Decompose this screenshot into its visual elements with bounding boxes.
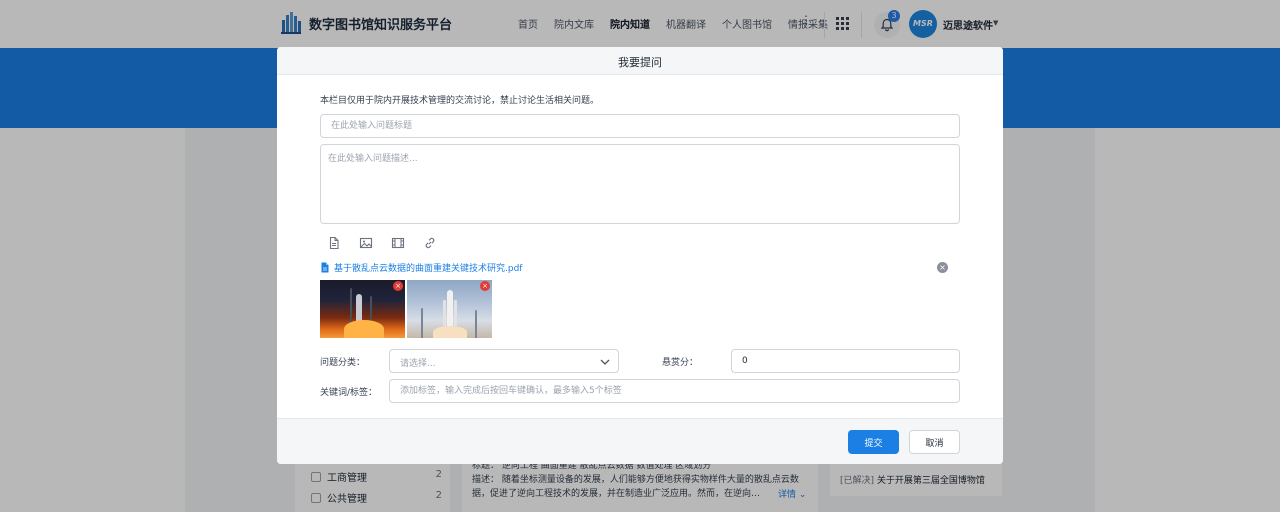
category-select-placeholder: 请选择...	[400, 359, 436, 369]
modal-notice: 本栏目仅用于院内开展技术管理的交流讨论，禁止讨论生活相关问题。	[320, 96, 600, 106]
tags-label: 关键词/标签：	[320, 388, 378, 398]
launch-flame	[344, 320, 384, 338]
ask-question-modal: 我要提问 本栏目仅用于院内开展技术管理的交流讨论，禁止讨论生活相关问题。 基于散…	[277, 47, 1003, 464]
image-remove-button[interactable]: ×	[393, 281, 403, 291]
category-select[interactable]: 请选择...	[389, 349, 619, 373]
reward-points-input[interactable]	[731, 349, 960, 373]
reward-label: 悬赏分：	[662, 358, 699, 368]
pdf-file-icon	[321, 262, 329, 273]
attachment-remove-button[interactable]: ×	[937, 262, 948, 273]
link-icon[interactable]	[423, 235, 437, 249]
modal-title: 我要提问	[618, 56, 662, 69]
question-title-input[interactable]	[320, 114, 960, 138]
attachment-item[interactable]: 基于散乱点云数据的曲面重建关键技术研究.pdf	[320, 261, 522, 274]
launch-tower	[475, 310, 477, 338]
submit-button[interactable]: 提交	[848, 430, 899, 454]
uploaded-image-thumbnail[interactable]: ×	[320, 280, 405, 338]
launch-tower	[421, 308, 423, 338]
question-description-input[interactable]	[320, 144, 960, 224]
chevron-down-icon	[600, 359, 610, 365]
rocket-booster	[454, 300, 457, 326]
attachment-filename[interactable]: 基于散乱点云数据的曲面重建关键技术研究.pdf	[334, 261, 522, 274]
image-icon[interactable]	[359, 235, 373, 249]
rocket-shape	[447, 290, 453, 326]
rocket-booster	[443, 300, 446, 326]
uploaded-image-thumbnail[interactable]: ×	[407, 280, 492, 338]
modal-header: 我要提问	[277, 47, 1003, 75]
attachment-toolbar	[327, 235, 437, 250]
image-remove-button[interactable]: ×	[480, 281, 490, 291]
category-label: 问题分类：	[320, 358, 366, 368]
cancel-button[interactable]: 取消	[909, 430, 960, 454]
film-icon[interactable]	[391, 235, 405, 249]
launch-smoke	[433, 326, 467, 338]
tags-input[interactable]	[389, 379, 960, 403]
file-icon[interactable]	[327, 235, 341, 250]
modal-footer: 提交 取消	[277, 418, 1003, 464]
